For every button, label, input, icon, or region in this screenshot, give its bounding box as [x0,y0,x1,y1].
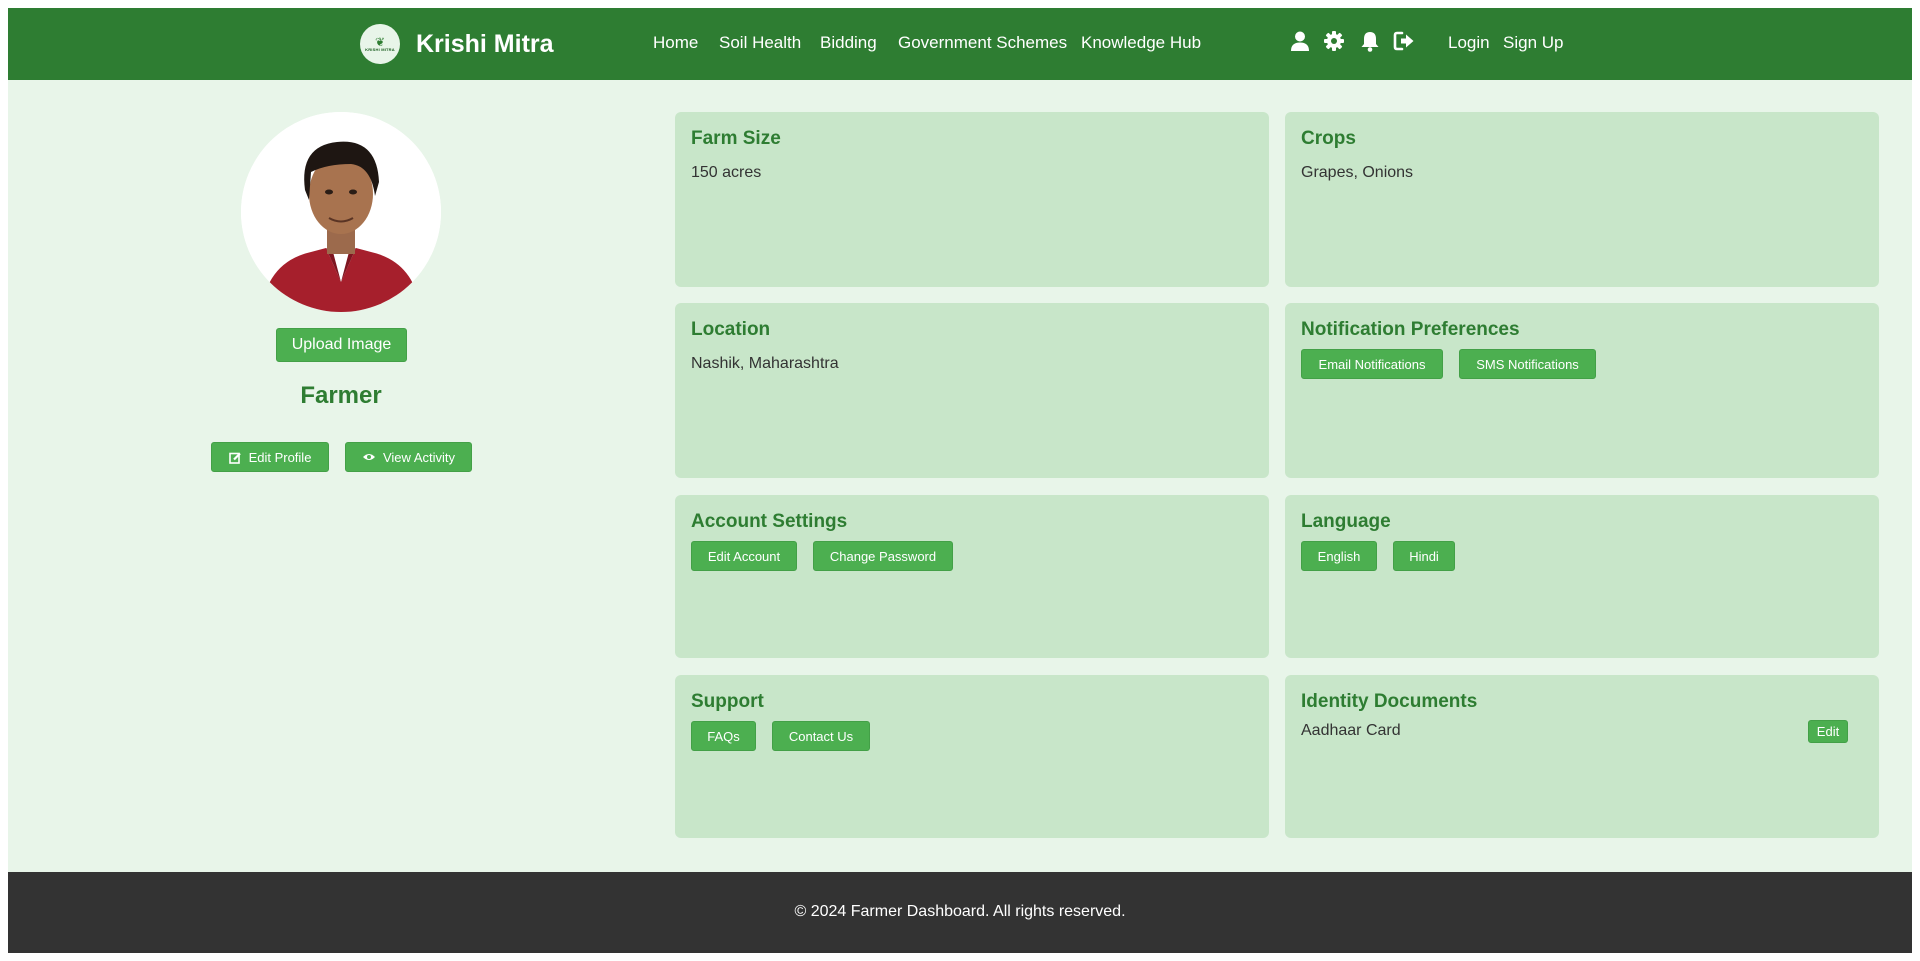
english-button[interactable]: English [1301,541,1377,571]
edit-profile-button[interactable]: Edit Profile [211,442,329,472]
account-settings-card: Account Settings Edit Account Change Pas… [675,495,1269,658]
footer-copyright: © 2024 Farmer Dashboard. All rights rese… [794,903,1126,920]
login-link[interactable]: Login [1448,33,1490,53]
profile-avatar [241,112,441,312]
edit-profile-label: Edit Profile [248,449,312,465]
identity-edit-button[interactable]: Edit [1808,720,1848,743]
upload-image-button[interactable]: Upload Image [276,328,407,362]
language-card: Language English Hindi [1285,495,1879,658]
nav-home[interactable]: Home [653,33,698,53]
card-title: Notification Preferences [1301,319,1520,340]
logo-text: KRISHI MITRA [365,46,395,52]
brand-name[interactable]: Krishi Mitra [416,30,554,59]
page-frame: ❦ KRISHI MITRA Krishi Mitra Home Soil He… [8,8,1912,953]
farm-size-card: Farm Size 150 acres [675,112,1269,287]
edit-icon [228,452,241,464]
footer: © 2024 Farmer Dashboard. All rights rese… [8,872,1912,953]
card-title: Location [691,319,771,340]
farmer-photo [241,112,441,312]
eye-icon [362,454,375,460]
location-card: Location Nashik, Maharashtra [675,303,1269,478]
view-activity-label: View Activity [382,449,455,465]
faqs-button[interactable]: FAQs [691,721,756,751]
change-password-button[interactable]: Change Password [813,541,953,571]
support-card: Support FAQs Contact Us [675,675,1269,838]
view-activity-button[interactable]: View Activity [345,442,472,472]
card-title: Account Settings [691,511,848,532]
identity-documents-card: Identity Documents Aadhaar Card Edit [1285,675,1879,838]
leaf-icon: ❦ [374,34,386,49]
brand-logo[interactable]: ❦ KRISHI MITRA [360,24,400,64]
email-notifications-button[interactable]: Email Notifications [1301,349,1443,379]
nav-bidding[interactable]: Bidding [820,33,877,53]
profile-role: Farmer [300,382,382,409]
gear-icon[interactable] [1323,30,1345,52]
sms-notifications-button[interactable]: SMS Notifications [1459,349,1596,379]
signup-link[interactable]: Sign Up [1503,33,1563,53]
card-title: Support [691,691,764,712]
user-icon[interactable] [1289,30,1311,52]
card-title: Crops [1301,128,1356,149]
card-title: Identity Documents [1301,691,1478,712]
card-title: Language [1301,511,1391,532]
crops-card: Crops Grapes, Onions [1285,112,1879,287]
hindi-button[interactable]: Hindi [1393,541,1455,571]
nav-soil-health[interactable]: Soil Health [719,33,801,53]
card-title: Farm Size [691,128,781,149]
notification-preferences-card: Notification Preferences Email Notificat… [1285,303,1879,478]
farm-size-value: 150 acres [691,164,762,181]
logout-icon[interactable] [1393,30,1415,52]
bell-icon[interactable] [1359,30,1381,52]
edit-account-button[interactable]: Edit Account [691,541,797,571]
nav-knowledge-hub[interactable]: Knowledge Hub [1081,33,1201,53]
top-navbar: ❦ KRISHI MITRA Krishi Mitra Home Soil He… [8,8,1912,80]
location-value: Nashik, Maharashtra [691,355,839,372]
contact-us-button[interactable]: Contact Us [772,721,870,751]
nav-government-schemes[interactable]: Government Schemes [898,33,1067,53]
identity-document-name: Aadhaar Card [1301,722,1401,739]
crops-value: Grapes, Onions [1301,164,1414,181]
